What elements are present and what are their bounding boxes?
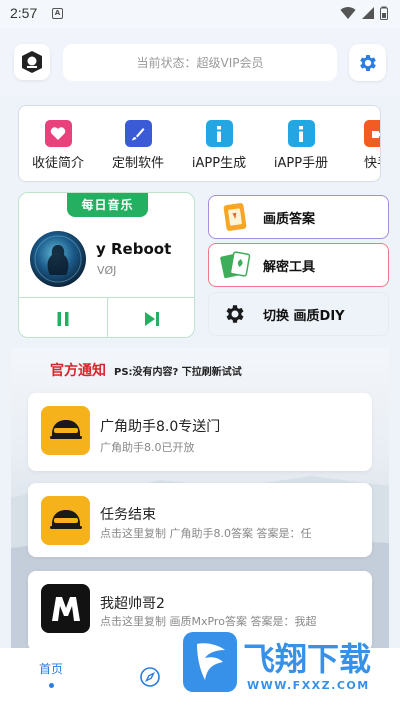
next-button[interactable] — [108, 298, 194, 337]
gear-icon — [359, 54, 376, 71]
brush-icon — [124, 120, 152, 147]
top-bar: 当前状态：超级VIP会员 — [0, 28, 400, 96]
tool-label: 切换 画质DIY — [263, 308, 345, 324]
switch-quality-diy-button[interactable]: 切换 画质DIY — [208, 292, 389, 336]
heart-icon — [44, 120, 72, 147]
official-notice-panel: 官方通知 PS:没有内容? 下拉刷新试试 广角助手8.0专送门 广角助手8.0已… — [11, 348, 389, 648]
notice-title: 官方通知 — [50, 363, 106, 379]
nav-home-label: 首页 — [38, 662, 63, 676]
mxpro-logo-icon — [41, 584, 90, 633]
menu-item-apprentice[interactable]: 收徒简介 — [19, 120, 98, 171]
logo-icon — [22, 51, 42, 73]
notice-card-subtitle: 广角助手8.0已开放 — [100, 441, 195, 454]
helmet-icon — [41, 406, 90, 455]
tool-label: 解密工具 — [263, 259, 316, 275]
menu-item-label: 收徒简介 — [31, 156, 84, 171]
notice-card[interactable]: 广角助手8.0专送门 广角助手8.0已开放 — [28, 393, 372, 471]
menu-item-custom-software[interactable]: 定制软件 — [98, 120, 178, 171]
wifi-icon — [340, 7, 356, 20]
menu-item-label: iAPP生成 — [191, 156, 247, 171]
gear-icon — [215, 302, 255, 326]
settings-button[interactable] — [349, 44, 386, 81]
pause-button[interactable] — [19, 298, 108, 337]
notification-icon: A — [52, 8, 63, 19]
poker-cards-icon — [215, 250, 255, 280]
video-icon — [363, 120, 380, 147]
menu-item-label: iAPP手册 — [273, 156, 329, 171]
notice-card-subtitle: 点击这里复制 画质MxPro答案 答案是：我超 — [100, 615, 317, 628]
menu-item-label: 定制软件 — [111, 156, 164, 171]
info-icon — [205, 120, 233, 147]
watermark-url: WWW.FXXZ.COM — [247, 679, 370, 692]
menu-item-label: 快手 — [363, 156, 380, 171]
app-logo[interactable] — [14, 44, 50, 80]
helmet-icon — [41, 496, 90, 545]
info-icon — [287, 120, 315, 147]
watermark-text: 飞翔下载 — [243, 640, 371, 678]
menu-item-kuaishou[interactable]: 快手 — [337, 120, 380, 171]
skip-next-icon — [145, 311, 159, 326]
quality-answers-button[interactable]: 画质答案 — [208, 195, 389, 239]
music-tag: 每日音乐 — [67, 193, 148, 217]
clock: 2:57 — [10, 5, 38, 21]
music-controls — [19, 297, 194, 337]
active-indicator — [48, 683, 54, 688]
card-icon — [215, 201, 255, 233]
notice-card[interactable]: 任务结束 点击这里复制 广角助手8.0答案 答案是：任 — [28, 483, 372, 557]
membership-status: 当前状态：超级VIP会员 — [63, 44, 337, 81]
album-cover — [30, 231, 86, 287]
nav-home-tab[interactable]: 首页 — [26, 660, 76, 688]
menu-item-iapp-generate[interactable]: iAPP生成 — [179, 120, 259, 171]
song-artist: VØJ — [97, 264, 117, 277]
battery-icon — [380, 6, 388, 20]
watermark: 飞翔下载 WWW.FXXZ.COM — [183, 632, 383, 694]
status-bar: 2:57 A — [0, 0, 400, 28]
system-icons — [340, 6, 388, 20]
refresh-tip: PS:没有内容? 下拉刷新试试 — [114, 367, 242, 378]
decrypt-tool-button[interactable]: 解密工具 — [208, 243, 389, 287]
notice-card-title: 广角助手8.0专送门 — [100, 419, 221, 435]
tool-label: 画质答案 — [263, 211, 316, 227]
notice-card-title: 任务结束 — [100, 507, 156, 523]
daily-music-card: 每日音乐 y Reboot VØJ — [18, 192, 195, 338]
song-title: y Reboot — [96, 240, 172, 258]
pause-icon — [57, 311, 69, 326]
nav-discover-tab[interactable] — [139, 666, 161, 692]
notice-card-subtitle: 点击这里复制 广角助手8.0答案 答案是：任 — [100, 527, 312, 540]
notice-card-title: 我超帅哥2 — [100, 596, 165, 612]
compass-icon — [140, 667, 160, 687]
signal-icon — [362, 7, 374, 19]
feature-menu: 收徒简介 定制软件 iAPP生成 iAPP手册 快手 — [18, 105, 381, 182]
menu-item-iapp-manual[interactable]: iAPP手册 — [261, 120, 341, 171]
